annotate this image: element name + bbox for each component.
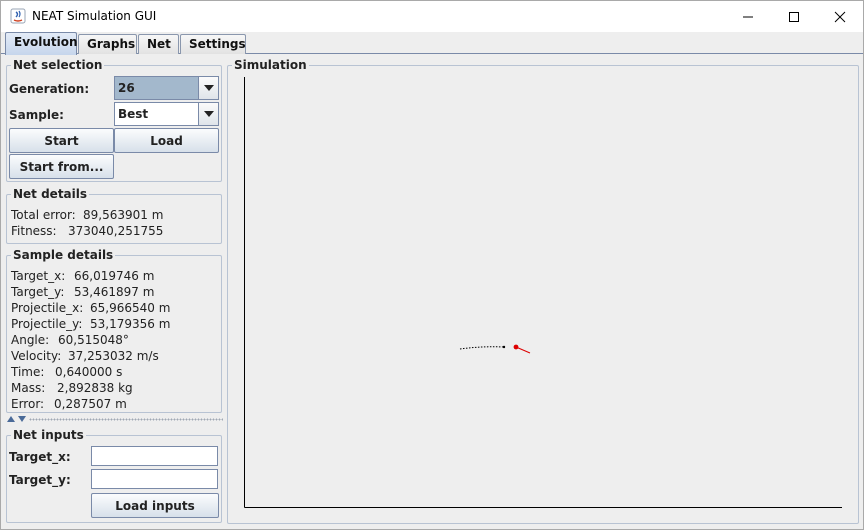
trajectory-end-point [502,345,506,349]
error-value: 0,287507 m [54,397,127,411]
close-button[interactable] [817,1,863,32]
time-value: 0,640000 s [55,365,123,379]
window-title: NEAT Simulation GUI [32,9,157,23]
total-error-label: Total error: [11,208,76,222]
target-x-input[interactable] [91,446,218,466]
velocity-label: Velocity: [11,349,62,363]
tab-evolution[interactable]: Evolution [5,32,78,55]
sample-dropdown-button[interactable] [198,103,218,125]
simulation-canvas [244,77,842,508]
generation-dropdown-button[interactable] [198,77,218,99]
maximize-icon [789,11,799,22]
close-icon [834,11,846,22]
minimize-icon [743,16,753,17]
simulation-title: Simulation [232,58,309,72]
target-x-label: Target_x: [11,269,66,283]
projectile-y-label: Projectile_y: [11,317,83,331]
input-target-y-label: Target_y: [9,473,71,487]
projectile-trajectory [459,346,505,350]
net-selection-title: Net selection [11,58,105,72]
tab-graphs[interactable]: Graphs [78,34,137,54]
target-x-value: 66,019746 m [74,269,155,283]
tab-net[interactable]: Net [138,34,179,54]
total-error-value: 89,563901 m [83,208,164,222]
split-grip [29,418,223,421]
java-app-icon [10,8,26,24]
mass-value: 2,892838 kg [57,381,133,395]
minimize-button[interactable] [725,1,771,32]
sample-label: Sample: [9,108,64,122]
title-bar[interactable]: NEAT Simulation GUI [1,1,863,32]
maximize-button[interactable] [771,1,817,32]
load-inputs-button[interactable]: Load inputs [91,493,219,518]
split-arrow-up-icon[interactable] [7,416,15,422]
start-button[interactable]: Start [9,128,114,153]
sample-select[interactable]: Best [114,102,219,126]
time-label: Time: [11,365,45,379]
error-label: Error: [11,397,45,411]
net-details-title: Net details [11,187,90,201]
input-target-x-label: Target_x: [9,450,71,464]
tab-settings[interactable]: Settings [180,34,246,54]
target-y-value: 53,461897 m [74,285,155,299]
target-y-label: Target_y: [11,285,65,299]
chevron-down-icon [203,85,214,91]
app-window: NEAT Simulation GUI Evolution Graphs Net… [0,0,864,530]
projectile-x-value: 65,966540 m [90,301,171,315]
generation-label: Generation: [9,82,90,96]
generation-value: 26 [118,81,135,95]
split-pane-divider[interactable] [5,416,223,423]
projectile-y-value: 53,179356 m [90,317,171,331]
angle-label: Angle: [11,333,50,347]
angle-value: 60,515048° [58,333,129,347]
start-from-button[interactable]: Start from... [9,154,114,179]
velocity-value: 37,253032 m/s [68,349,159,363]
target-marker [513,344,519,350]
load-button[interactable]: Load [114,128,219,153]
net-inputs-title: Net inputs [11,428,86,442]
sample-value: Best [118,107,149,121]
mass-label: Mass: [11,381,46,395]
sample-details-title: Sample details [11,248,116,262]
split-arrow-down-icon[interactable] [18,416,26,422]
tab-strip: Evolution Graphs Net Settings [1,32,863,55]
target-y-input[interactable] [91,469,218,489]
chevron-down-icon [203,111,214,117]
fitness-label: Fitness: [11,224,57,238]
generation-select[interactable]: 26 [114,76,219,100]
projectile-x-label: Projectile_x: [11,301,84,315]
fitness-value: 373040,251755 [68,224,164,238]
